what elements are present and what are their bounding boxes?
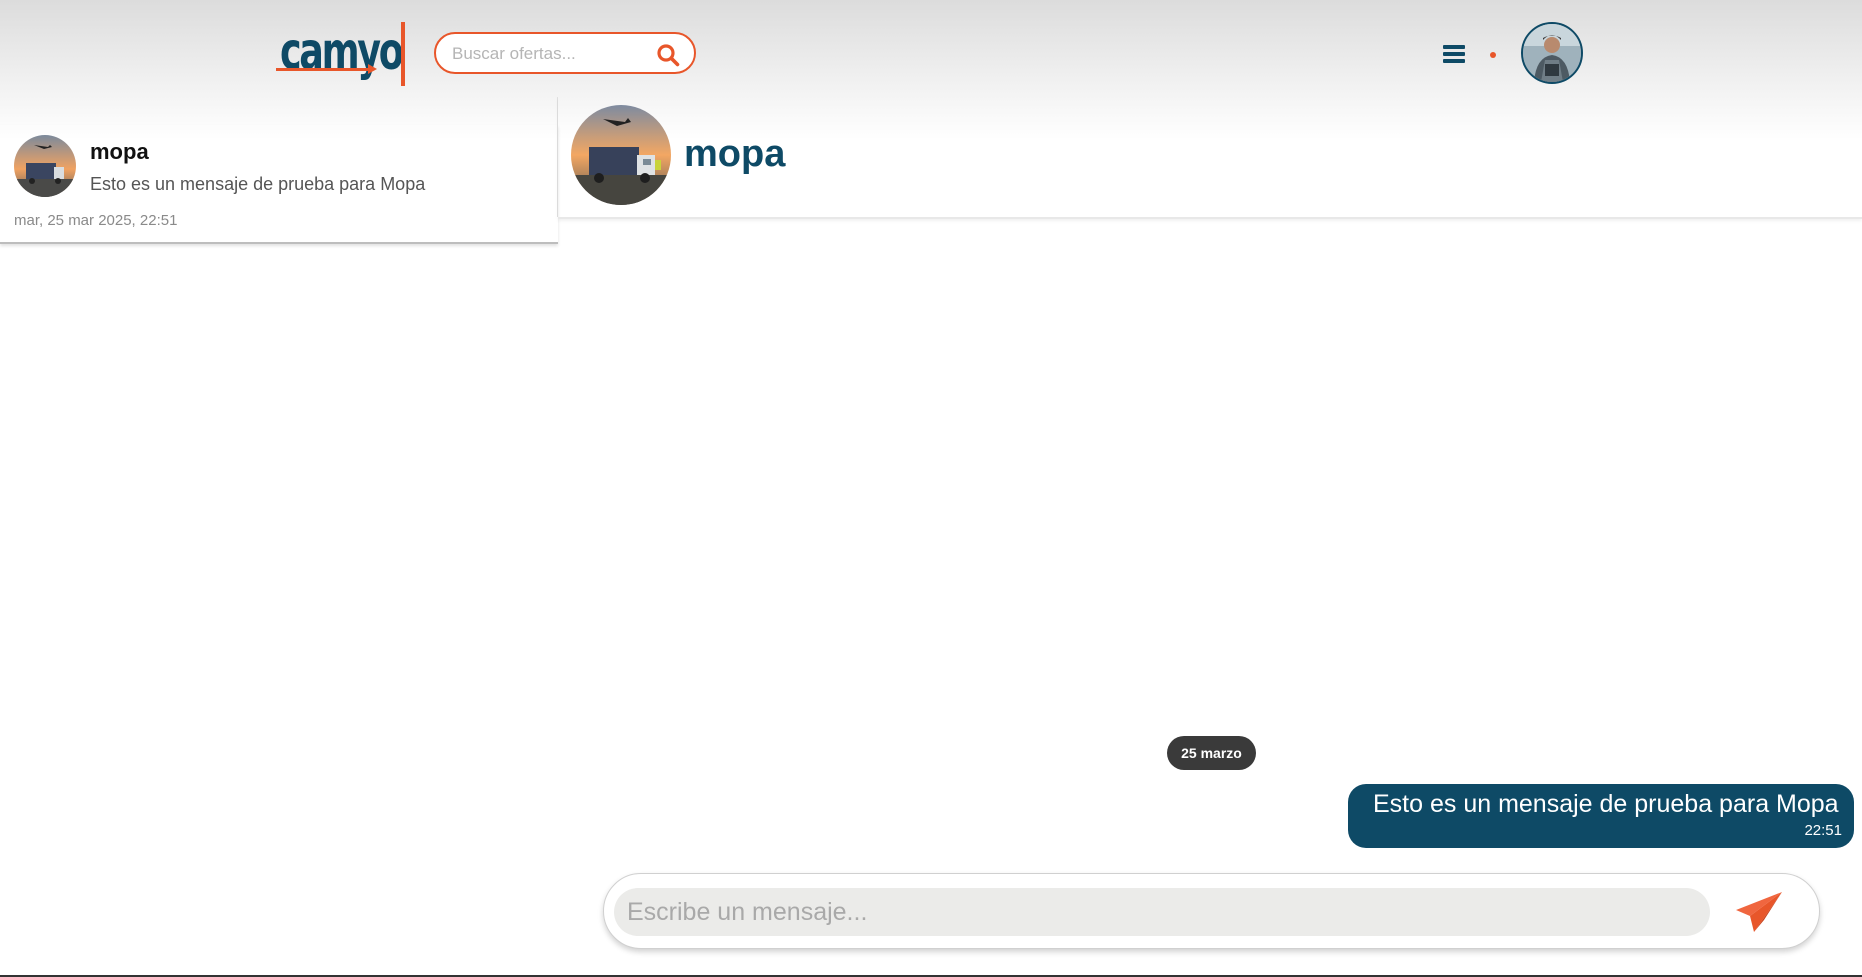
logo-underline xyxy=(276,68,372,71)
user-avatar[interactable] xyxy=(1521,22,1583,84)
message-composer xyxy=(603,873,1820,949)
hamburger-menu-icon[interactable] xyxy=(1443,45,1465,63)
search-bar xyxy=(434,32,696,74)
conversation-item[interactable]: mopa Esto es un mensaje de prueba para M… xyxy=(0,125,558,244)
message-bubble-outgoing: Esto es un mensaje de prueba para Mopa 2… xyxy=(1348,784,1854,848)
chat-contact-name: mopa xyxy=(684,133,786,175)
header-divider xyxy=(401,22,405,86)
search-input[interactable] xyxy=(450,42,644,66)
logo-wordmark: camyo xyxy=(280,22,404,82)
date-separator: 25 marzo xyxy=(1167,736,1256,770)
message-text: Esto es un mensaje de prueba para Mopa xyxy=(1373,790,1839,818)
conversation-avatar xyxy=(14,135,76,197)
send-icon[interactable] xyxy=(1734,890,1784,934)
chat-header: mopa xyxy=(558,97,1862,219)
search-icon[interactable] xyxy=(656,43,680,67)
user-photo xyxy=(1523,24,1581,82)
logo-arrow-icon xyxy=(368,64,377,74)
message-input[interactable] xyxy=(614,888,1710,936)
conversation-date: mar, 25 mar 2025, 22:51 xyxy=(14,212,178,229)
conversation-name: mopa xyxy=(90,139,149,164)
message-time: 22:51 xyxy=(1804,822,1842,839)
camyo-logo[interactable]: camyo xyxy=(274,20,404,88)
conversation-last-message: Esto es un mensaje de prueba para Mopa xyxy=(90,174,426,194)
chat-contact-avatar[interactable] xyxy=(571,105,671,205)
notification-dot-icon xyxy=(1490,52,1496,58)
